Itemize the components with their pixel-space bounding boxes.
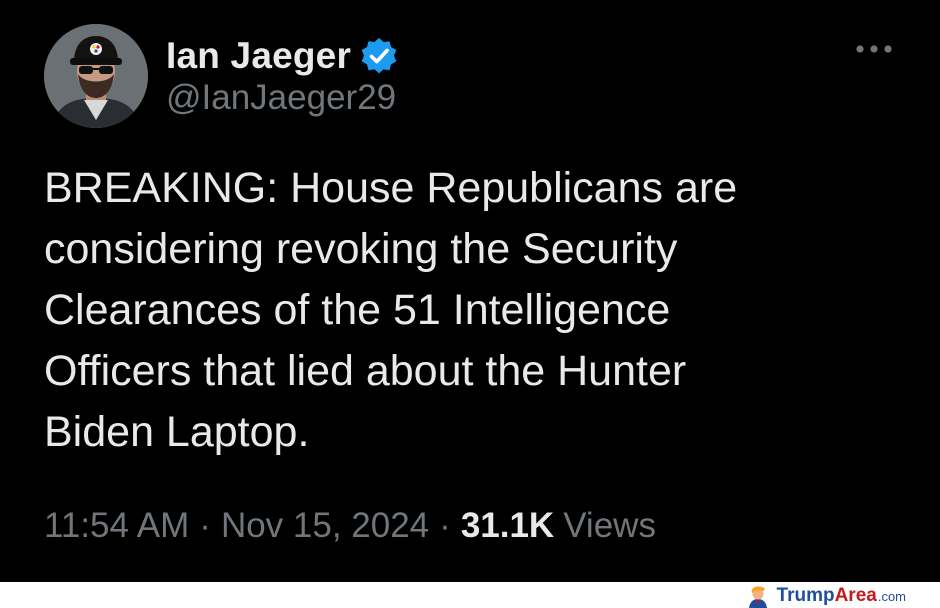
tweet-text-line: Biden Laptop. — [44, 408, 310, 456]
views-label: Views — [563, 506, 656, 545]
watermark-brand-suffix: .com — [877, 588, 906, 604]
tweet-text-line: Officers that lied about the Hunter — [44, 347, 687, 395]
trump-mascot-icon — [748, 586, 767, 608]
watermark-brand-part1: Trump — [776, 585, 835, 606]
tweet-text-line: Clearances of the 51 Intelligence — [44, 286, 671, 334]
tweet-time[interactable]: 11:54 AM — [44, 506, 189, 546]
tweet-meta: 11:54 AM · Nov 15, 2024 · 31.1K Views — [44, 500, 656, 552]
tweet-date[interactable]: Nov 15, 2024 — [221, 506, 429, 546]
author-display-name[interactable]: Ian Jaeger — [166, 35, 351, 77]
watermark-brand-part2: Area — [834, 585, 877, 606]
tweet-card: Ian Jaeger @IanJaeger29 BREAKING: House … — [0, 0, 940, 582]
avatar[interactable] — [44, 24, 148, 128]
verified-badge-icon — [361, 38, 397, 74]
views-count[interactable]: 31.1K — [461, 506, 554, 546]
meta-separator: · — [199, 506, 211, 545]
more-horizontal-icon — [856, 45, 892, 53]
man-with-cap-avatar-icon — [44, 24, 148, 128]
tweet-text: BREAKING: House Republicans are consider… — [44, 158, 914, 463]
watermark-logo: Trump Area .com — [745, 585, 906, 608]
more-options-button[interactable] — [852, 34, 896, 64]
tweet-text-line: BREAKING: House Republicans are — [44, 164, 738, 212]
author-handle[interactable]: @IanJaeger29 — [166, 78, 396, 118]
tweet-text-line: considering revoking the Security — [44, 225, 678, 273]
meta-separator: · — [439, 506, 451, 545]
author-name-row: Ian Jaeger — [166, 26, 399, 86]
